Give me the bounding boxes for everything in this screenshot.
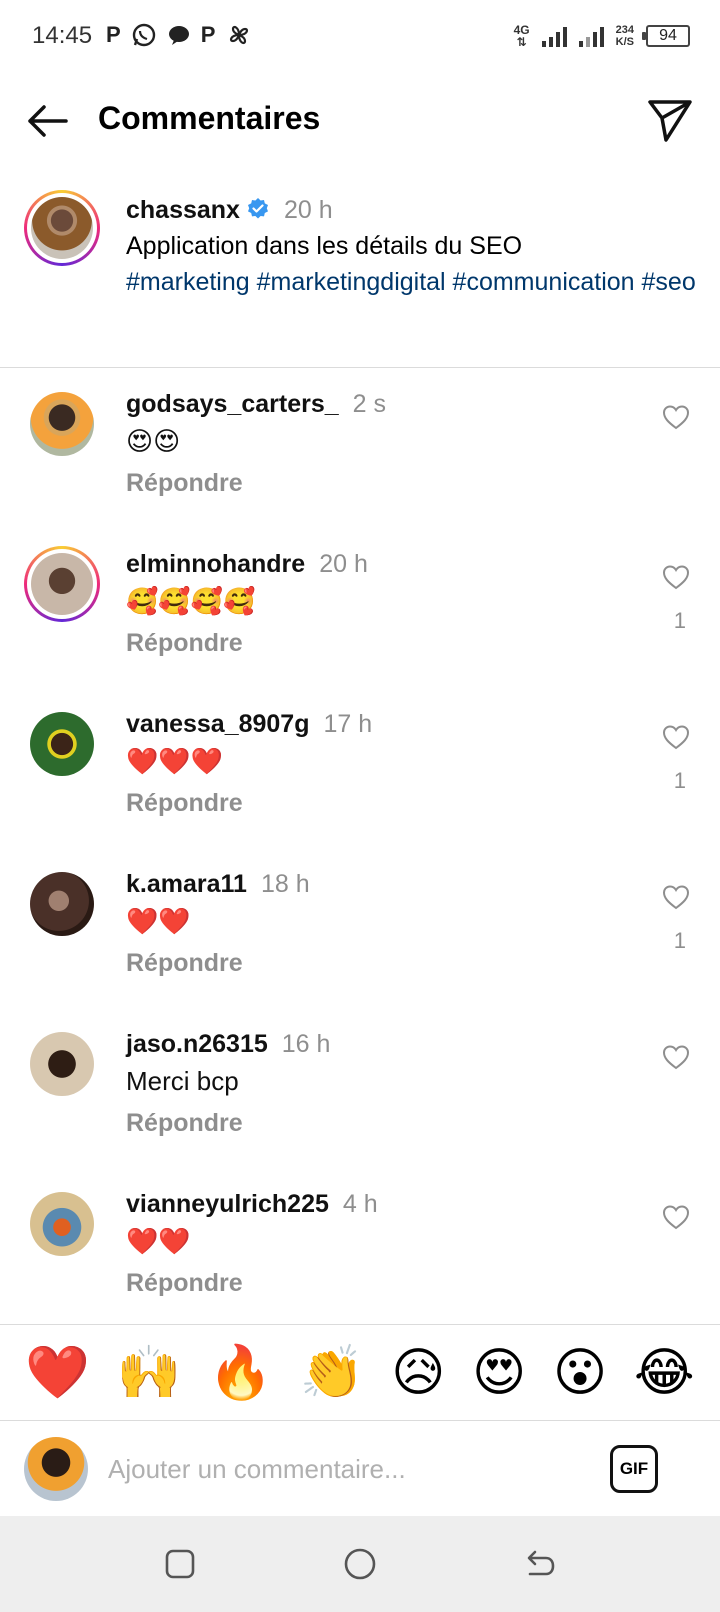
reaction-surprised[interactable]: 😮 <box>553 1343 607 1403</box>
comment-username[interactable]: k.amara11 <box>126 870 247 898</box>
heart-icon[interactable] <box>662 724 690 750</box>
comment-username[interactable]: godsays_carters_ <box>126 390 339 418</box>
reply-button[interactable]: Répondre <box>126 1266 646 1300</box>
back-icon[interactable] <box>522 1546 558 1582</box>
comment-username[interactable]: elminnohandre <box>126 550 305 578</box>
like-count: 1 <box>673 608 686 633</box>
status-indicators: 4G ⇅ 234 K/S 94 <box>514 20 690 52</box>
chat-icon <box>168 26 189 45</box>
post-caption: chassanx 20 h Application dans les détail… <box>0 188 720 368</box>
signal-strength-icon-2 <box>578 25 604 47</box>
whatsapp-icon <box>132 23 155 47</box>
share-send-icon[interactable] <box>644 94 696 146</box>
home-icon[interactable] <box>342 1546 378 1582</box>
comment-item: elminnohandre 20 h 🥰🥰🥰🥰 Répondre 1 <box>0 546 720 710</box>
my-avatar <box>24 1437 88 1501</box>
network-speed: 234 K/S <box>615 24 634 48</box>
reaction-laugh[interactable]: 😂 <box>634 1343 695 1403</box>
like-count: 1 <box>673 928 686 953</box>
reply-button[interactable]: Répondre <box>126 786 646 820</box>
status-time: 14:45 <box>32 22 93 49</box>
reaction-heart-eyes[interactable]: 😍 <box>472 1343 526 1403</box>
avatar[interactable] <box>30 712 94 776</box>
comment-time: 2 s <box>352 390 386 418</box>
comment-time: 17 h <box>323 710 373 738</box>
caption-hashtags[interactable]: #marketing #marketingdigital #communicat… <box>126 264 696 300</box>
avatar <box>31 553 93 615</box>
gif-button[interactable]: GIF <box>610 1445 658 1493</box>
recent-apps-icon[interactable] <box>162 1546 198 1582</box>
comment-item: vianneyulrich225 4 h ❤️❤️ Répondre <box>0 1186 720 1322</box>
comment-item: godsays_carters_ 2 s 😍😍 Répondre <box>0 386 720 550</box>
like-count: 1 <box>673 768 686 793</box>
comment-time: 16 h <box>281 1030 331 1058</box>
verified-badge-icon <box>247 198 268 219</box>
comment-text: ❤️❤️ <box>126 1226 191 1256</box>
comment-input[interactable] <box>108 1445 578 1493</box>
heart-icon[interactable] <box>662 404 690 430</box>
header: Commentaires <box>0 80 720 160</box>
avatar[interactable] <box>30 392 94 456</box>
comment-username[interactable]: vianneyulrich225 <box>126 1190 329 1218</box>
comment-item: k.amara11 18 h ❤️❤️ Répondre 1 <box>0 866 720 1030</box>
network-type: 4G ⇅ <box>513 23 530 49</box>
caption-body: chassanx 20 h Application dans les détail… <box>126 192 696 300</box>
avatar <box>31 197 93 259</box>
reaction-heart[interactable]: ❤️ <box>25 1343 90 1403</box>
status-app-icons: P P <box>106 20 253 50</box>
heart-icon[interactable] <box>662 1204 690 1230</box>
comment-time: 18 h <box>260 870 310 898</box>
reaction-raised-hands[interactable]: 🙌 <box>117 1343 182 1403</box>
comment-input-bar: GIF <box>0 1420 720 1516</box>
caption-time: 20 h <box>283 196 333 224</box>
reaction-clap[interactable]: 👏 <box>300 1343 365 1403</box>
status-bar: 14:45 P P 4G ⇅ 234 K/S 94 <box>0 0 720 72</box>
reaction-fire[interactable]: 🔥 <box>208 1343 273 1403</box>
avatar[interactable] <box>30 1032 94 1096</box>
caption-username[interactable]: chassanx <box>126 196 240 224</box>
comment-username[interactable]: vanessa_8907g <box>126 710 309 738</box>
reply-button[interactable]: Répondre <box>126 626 646 660</box>
p-app-icon: P <box>106 22 121 47</box>
system-nav-bar <box>0 1516 720 1612</box>
comment-time: 4 h <box>342 1190 378 1218</box>
comment-text: ❤️❤️ <box>126 906 191 936</box>
comment-username[interactable]: jaso.n26315 <box>126 1030 268 1058</box>
p-app-icon: P <box>200 22 216 47</box>
comment-text: 😍😍 <box>126 426 181 456</box>
comment-text: 🥰🥰🥰🥰 <box>126 586 256 616</box>
reaction-sad[interactable]: 😥 <box>391 1343 445 1403</box>
back-arrow-icon[interactable] <box>22 96 72 146</box>
reply-button[interactable]: Répondre <box>126 1106 646 1140</box>
avatar[interactable] <box>30 1192 94 1256</box>
avatar[interactable] <box>30 872 94 936</box>
comment-time: 20 h <box>319 550 368 578</box>
heart-icon[interactable] <box>662 564 690 590</box>
reply-button[interactable]: Répondre <box>126 466 646 500</box>
pinwheel-icon <box>230 25 249 45</box>
story-ring[interactable] <box>24 546 100 622</box>
comment-item: jaso.n26315 16 h Merci bcp Répondre <box>0 1026 720 1190</box>
heart-icon[interactable] <box>662 1044 690 1070</box>
comment-text: ❤️❤️❤️ <box>126 746 224 776</box>
page-title: Commentaires <box>98 100 321 136</box>
comment-item: vanessa_8907g 17 h ❤️❤️❤️ Répondre 1 <box>0 706 720 870</box>
signal-strength-icon <box>541 25 567 47</box>
caption-avatar-ring[interactable] <box>24 190 100 266</box>
quick-reactions-bar: ❤️ 🙌 🔥 👏 😥 😍 😮 😂 <box>0 1324 720 1420</box>
caption-text: Application dans les détails du SEO <box>126 232 523 260</box>
battery-icon: 94 <box>642 25 690 47</box>
comment-text: Merci bcp <box>126 1066 239 1096</box>
reply-button[interactable]: Répondre <box>126 946 646 980</box>
heart-icon[interactable] <box>662 884 690 910</box>
